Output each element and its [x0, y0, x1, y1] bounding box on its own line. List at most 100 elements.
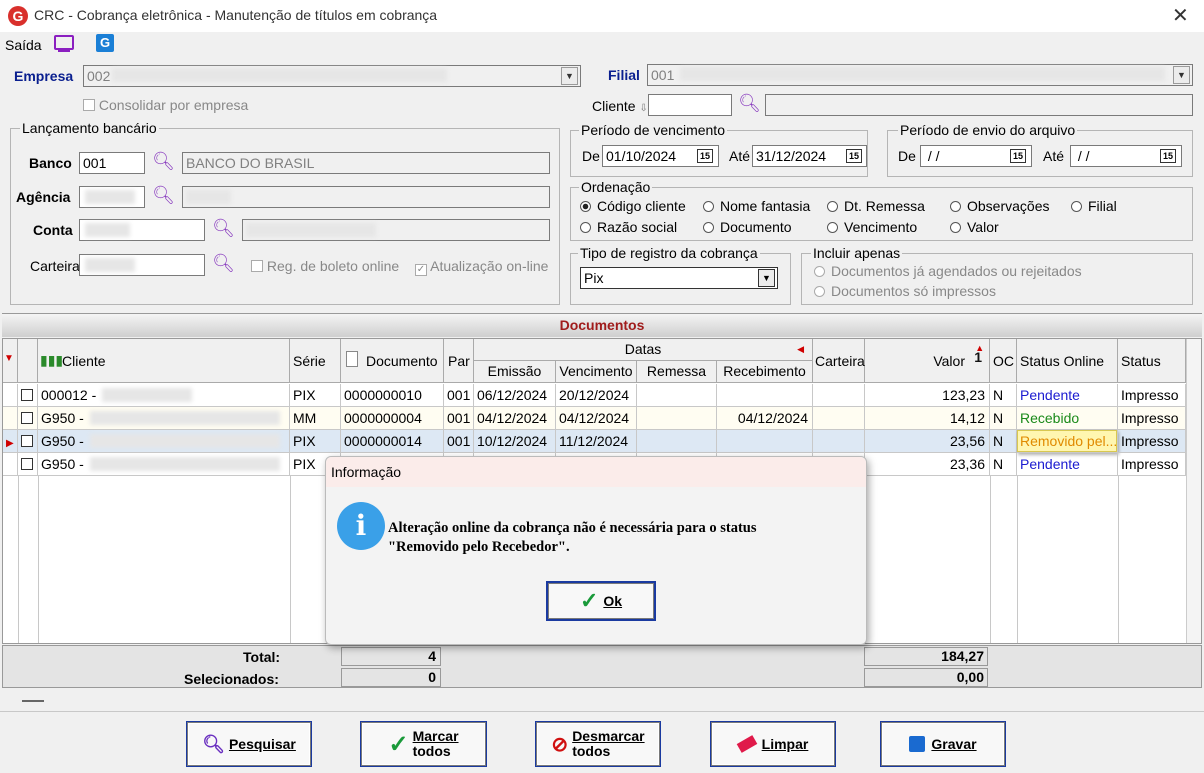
checkmark-icon: ✓ — [579, 588, 599, 613]
conta-search-icon[interactable]: 🔍︎ — [212, 218, 235, 239]
check-header — [18, 339, 38, 383]
col-valor[interactable]: Valor ▲ 1 — [865, 339, 990, 383]
col-cliente[interactable]: ▮▮▮ Cliente — [38, 339, 290, 383]
cell-serie: MM — [290, 407, 341, 430]
incluir-impressos-radio[interactable]: Documentos só impressos — [814, 283, 996, 299]
calendar-icon[interactable]: 15 — [697, 149, 713, 163]
col-status[interactable]: Status — [1118, 339, 1186, 383]
cell-emissao: 04/12/2024 — [474, 407, 556, 430]
ord-dt-remessa[interactable]: Dt. Remessa — [827, 198, 925, 214]
consolidar-checkbox[interactable]: Consolidar por empresa — [83, 97, 248, 113]
banco-search-icon[interactable]: 🔍︎ — [152, 151, 175, 172]
tipo-select[interactable]: Pix — [580, 267, 778, 289]
cell-oc: N — [990, 384, 1017, 407]
ord-observacoes[interactable]: Observações — [950, 198, 1049, 214]
ok-button[interactable]: ✓ Ok — [548, 583, 654, 619]
minimize-grid-icon[interactable] — [22, 700, 44, 702]
cell-status-online: Removido pel... — [1017, 430, 1118, 453]
col-oc[interactable]: OC — [990, 339, 1017, 383]
carteira-search-icon[interactable]: 🔍︎ — [212, 253, 235, 274]
filial-dropdown-icon[interactable]: ▼ — [1173, 66, 1190, 84]
col-vencimento[interactable]: Vencimento — [556, 361, 637, 383]
cell-emissao: 06/12/2024 — [474, 384, 556, 407]
empresa-dropdown-icon[interactable]: ▼ — [561, 67, 578, 85]
col-emissao[interactable]: Emissão — [474, 361, 556, 383]
cell-emissao: 10/12/2024 — [474, 430, 556, 453]
dialog-titlebar — [326, 457, 866, 487]
row-checkbox[interactable] — [18, 407, 38, 430]
limpar-button[interactable]: Limpar — [711, 722, 835, 766]
ord-nome-fantasia[interactable]: Nome fantasia — [703, 198, 810, 214]
total-label: Total: — [243, 649, 281, 665]
marcar-todos-button[interactable]: ✓ Marcar todos — [361, 722, 486, 766]
ord-codigo-cliente[interactable]: Código cliente — [580, 198, 686, 214]
ord-razao-social[interactable]: Razão social — [580, 219, 677, 235]
cell-status: Impresso — [1118, 384, 1186, 407]
venc-de-label: De — [582, 148, 600, 164]
radio-icon — [580, 222, 591, 233]
col-datas: Datas ◀ — [474, 339, 813, 361]
monitor-icon[interactable] — [54, 35, 74, 50]
ord-filial[interactable]: Filial — [1071, 198, 1117, 214]
app-shortcut-icon[interactable]: G — [96, 34, 114, 52]
ord-documento[interactable]: Documento — [703, 219, 792, 235]
radio-icon — [950, 222, 961, 233]
envio-ate-label: Até — [1043, 148, 1065, 164]
radio-icon — [950, 201, 961, 212]
cell-vencimento: 20/12/2024 — [556, 384, 637, 407]
ord-vencimento[interactable]: Vencimento — [827, 219, 917, 235]
cliente-input[interactable] — [648, 94, 732, 116]
incluir-agendados-radio[interactable]: Documentos já agendados ou rejeitados — [814, 263, 1082, 279]
window-title: CRC - Cobrança eletrônica - Manutenção d… — [34, 7, 438, 23]
row-checkbox[interactable] — [18, 384, 38, 407]
close-icon[interactable]: ✕ — [1172, 3, 1189, 28]
tipo-legend: Tipo de registro da cobrança — [578, 245, 760, 261]
col-recebimento[interactable]: Recebimento — [717, 361, 813, 383]
radio-icon — [814, 266, 825, 277]
col-carteira[interactable]: Carteira — [813, 339, 865, 383]
cell-vencimento: 04/12/2024 — [556, 407, 637, 430]
pesquisar-button[interactable]: 🔍︎ Pesquisar — [187, 722, 311, 766]
save-icon — [909, 736, 926, 752]
cell-documento: 0000000004 — [341, 407, 444, 430]
atualizacao-checkbox[interactable]: ✓ Atualização on-line — [415, 258, 548, 276]
table-row[interactable]: 000012 - PIX 0000000010 001 06/12/2024 20/12/… — [3, 384, 1186, 407]
search-icon: 🔍︎ — [202, 733, 225, 754]
gravar-button[interactable]: Gravar — [881, 722, 1005, 766]
checkbox-icon — [21, 435, 33, 447]
row-checkbox[interactable] — [18, 453, 38, 476]
banco-input[interactable]: 001 — [79, 152, 145, 174]
col-serie[interactable]: Série — [290, 339, 341, 383]
cliente-search-icon[interactable]: 🔍︎ — [738, 93, 761, 114]
table-row[interactable]: ▶ G950 - PIX 0000000014 001 10/12/2024 11/12/2… — [3, 430, 1186, 453]
cell-cliente: G950 - — [38, 407, 290, 430]
total-count: 4 — [341, 647, 441, 666]
calendar-icon[interactable]: 15 — [1010, 149, 1026, 163]
tipo-dropdown-icon[interactable]: ▼ — [758, 269, 775, 287]
calendar-icon[interactable]: 15 — [1160, 149, 1176, 163]
collapse-arrow-icon[interactable]: ◀ — [797, 339, 804, 360]
col-remessa[interactable]: Remessa — [637, 361, 717, 383]
col-documento[interactable]: Documento — [341, 339, 444, 383]
agencia-search-icon[interactable]: 🔍︎ — [152, 185, 175, 206]
col-par[interactable]: Par — [444, 339, 474, 383]
row-indicator — [3, 407, 18, 430]
row-indicator: ▶ — [3, 430, 18, 453]
grid-scroll-area[interactable] — [1186, 339, 1201, 643]
cell-cliente: 000012 - — [38, 384, 290, 407]
cell-recebimento: 04/12/2024 — [717, 407, 813, 430]
row-checkbox[interactable] — [18, 430, 38, 453]
col-status-online[interactable]: Status Online — [1017, 339, 1118, 383]
radio-icon — [703, 201, 714, 212]
desmarcar-todos-button[interactable]: ⊘ Desmarcar todos — [536, 722, 660, 766]
radio-icon — [814, 286, 825, 297]
reg-boleto-checkbox[interactable]: Reg. de boleto online — [251, 258, 399, 274]
cell-oc: N — [990, 453, 1017, 476]
table-row[interactable]: G950 - MM 0000000004 001 04/12/2024 04/12/202… — [3, 407, 1186, 430]
envio-legend: Período de envio do arquivo — [898, 122, 1078, 138]
ord-valor[interactable]: Valor — [950, 219, 999, 235]
checkbox-icon — [21, 412, 33, 424]
document-icon — [346, 351, 358, 367]
calendar-icon[interactable]: 15 — [846, 149, 862, 163]
saida-menu[interactable]: Saída — [5, 37, 42, 53]
